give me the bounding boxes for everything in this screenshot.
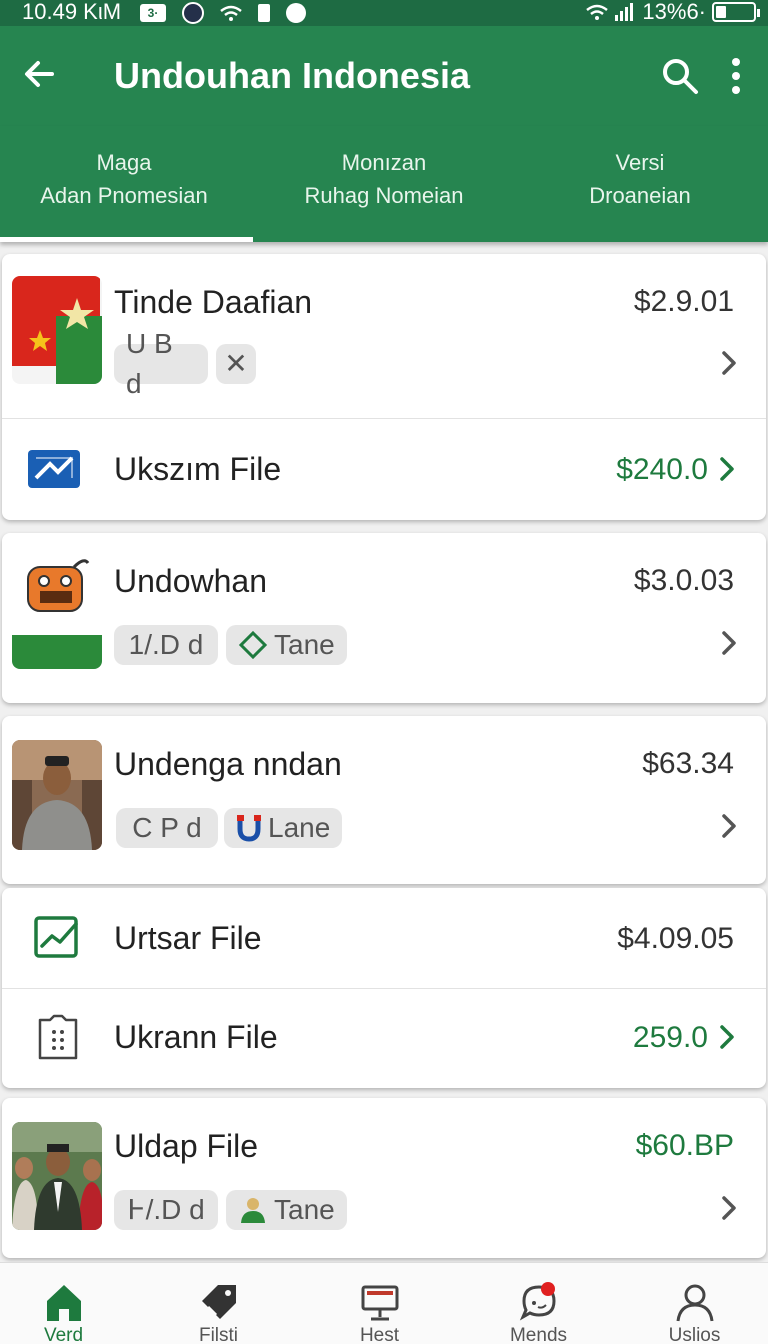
item-chip: U B d [114, 328, 208, 399]
nav-item-verd[interactable]: Verd [0, 1263, 140, 1344]
item-price: $2.9.01 [633, 285, 734, 318]
flag-strip [12, 635, 102, 669]
robot-icon [27, 559, 90, 612]
app-bar: Undouhan Indonesia [0, 26, 768, 126]
file-card: Tinde Daafian $2.9.01 U B d ✕ Ukszım Fil… [2, 254, 766, 520]
chevron-right-icon[interactable] [718, 1024, 736, 1050]
item-price: $240.0 [616, 453, 708, 486]
sim-icon [258, 4, 270, 22]
file-card: Undowhan $3.0.03 1/.D d Tane [2, 533, 766, 703]
battery-icon [712, 2, 760, 22]
item-name: Urtsar File [114, 920, 262, 956]
tab-maga[interactable]: Maga Adan Pnomesian [0, 146, 252, 212]
mail-icon [28, 450, 80, 488]
item-price: $4.09.05 [617, 922, 734, 955]
app-notification-icon [182, 2, 204, 24]
phone-icon [38, 1014, 78, 1060]
tab-indicator [0, 237, 253, 242]
item-name: Undenga nndan [114, 746, 342, 782]
sync-icon [286, 3, 306, 23]
nav-item-hest[interactable]: Hest [303, 1263, 456, 1344]
item-chip-tane: Tane [226, 1190, 347, 1230]
close-chip[interactable]: ✕ [216, 344, 256, 384]
chevron-right-icon[interactable] [720, 813, 738, 839]
wifi-icon [220, 5, 242, 21]
item-name: Ukrann File [114, 1019, 278, 1055]
nav-item-uslios[interactable]: Uslios [618, 1263, 768, 1344]
item-name: Tinde Daafian [114, 284, 313, 320]
tag-icon [202, 1285, 236, 1319]
search-icon[interactable] [660, 56, 700, 96]
wifi-signal-icon [586, 4, 609, 20]
file-card: Undenga nndan $63.34 C P d Lane [2, 716, 766, 884]
item-price: $60.BP [635, 1129, 734, 1162]
item-chip: C P d [116, 808, 218, 848]
item-price: $63.34 [642, 747, 734, 780]
item-price: $3.0.03 [633, 564, 734, 597]
status-time: 10.49 KιM [22, 0, 122, 24]
chat-icon [519, 1282, 556, 1321]
chevron-right-icon[interactable] [720, 630, 738, 656]
notification-box-icon: 3· [140, 4, 166, 22]
chart-icon [34, 916, 78, 958]
person-icon [241, 1198, 265, 1223]
person-photo [12, 740, 102, 850]
tab-monizan[interactable]: Monızan Ruhag Nomeian [256, 146, 512, 212]
file-card: Urtsar File $4.09.05 Ukrann File 259.0 [2, 888, 766, 1088]
nav-item-mends[interactable]: Mends [462, 1263, 615, 1344]
file-card: Uldap File $60.BP Ͱ/.D d Tane [2, 1098, 766, 1258]
item-chip: 1/.D d [114, 625, 218, 665]
magnet-icon [237, 815, 261, 842]
tab-versi[interactable]: Versi Droaneian [512, 146, 768, 212]
tab-bar: Maga Adan Pnomesian Monızan Ruhag Nomeia… [0, 126, 768, 242]
item-price: 259.0 [632, 1021, 708, 1054]
back-arrow-icon[interactable] [18, 52, 62, 96]
home-icon [47, 1285, 81, 1321]
chevron-right-icon[interactable] [720, 350, 738, 376]
battery-percent: 13%6· [642, 0, 706, 24]
item-name: Undowhan [114, 563, 267, 599]
page-title: Undouhan Indonesia [114, 55, 470, 96]
chevron-right-icon[interactable] [718, 456, 736, 482]
item-name: Uldap File [114, 1128, 259, 1164]
group-photo [12, 1122, 102, 1230]
diamond-icon [238, 630, 268, 660]
more-vert-icon[interactable] [722, 54, 750, 98]
nav-item-filsti[interactable]: Filsti [142, 1263, 295, 1344]
item-chip-tane: Tane [226, 625, 347, 665]
status-bar: 10.49 KιM 3· 13%6· [0, 0, 768, 26]
item-chip-lane: Lane [224, 808, 343, 848]
chevron-right-icon[interactable] [720, 1195, 738, 1221]
item-chip: Ͱ/.D d [114, 1190, 218, 1230]
close-icon: ✕ [224, 348, 248, 379]
cell-signal-icon [615, 3, 634, 21]
item-name: Ukszım File [114, 451, 282, 487]
flag-icon [12, 276, 102, 384]
monitor-icon [361, 1285, 399, 1321]
user-icon [676, 1284, 714, 1322]
bottom-nav: Verd Filsti Hest Mends Uslios [0, 1262, 768, 1344]
